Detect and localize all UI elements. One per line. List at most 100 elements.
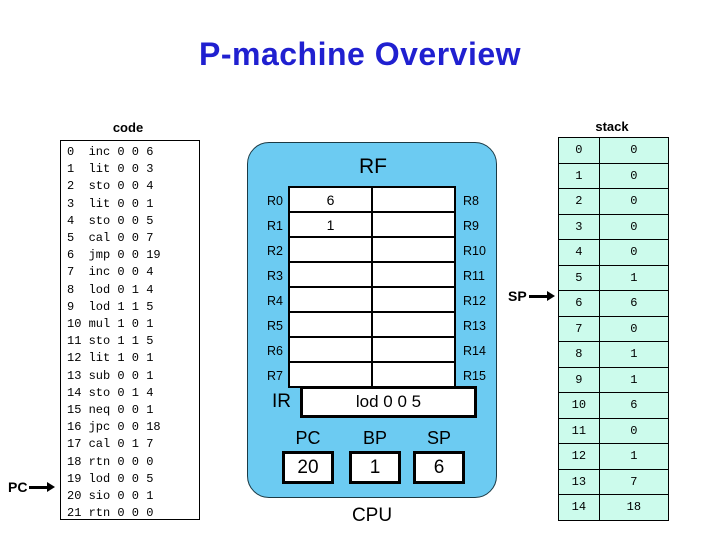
code-instruction-text: sto 1 1 5 [81,334,154,349]
stack-cell-index: 10 [558,392,600,419]
code-instruction-text: sto 0 0 5 [81,213,154,228]
code-instruction-index: 12 [67,351,82,366]
stack-cell-value: 0 [598,315,670,342]
bp-register-value: 1 [349,451,401,484]
register-file-grid: R0 6 R8 R1 1 R9 R2 R10 R3 R11 R4 R12 R5 R13 R6 R14 R7 R15 [267,186,486,388]
register-cell-right [371,261,456,288]
code-instruction-index: 8 [67,282,75,297]
stack-cell-index: 2 [558,188,600,215]
stack-row: 11 0 [558,417,670,444]
register-row: R4 R12 [267,286,486,313]
code-instruction-row: 14 sto 0 1 4 [61,385,199,402]
register-label-right: R8 [463,193,479,208]
code-instruction-index: 19 [67,471,82,486]
stack-row: 30 [558,213,670,240]
code-instruction-row: 21 rtn 0 0 0 [61,505,199,522]
code-listing: 0 inc 0 0 61 lit 0 0 32 sto 0 0 43 lit 0… [60,140,200,520]
code-instruction-row: 1 lit 0 0 3 [61,161,199,178]
register-cell-right [371,361,456,388]
stack-cell-value: 0 [598,137,670,164]
pc-pointer-label: PC [8,479,28,495]
register-label-right: R9 [463,218,479,233]
code-instruction-index: 10 [67,317,82,332]
code-instruction-index: 11 [67,334,82,349]
code-instruction-row: 10 mul 1 0 1 [61,316,199,333]
stack-cell-index: 6 [558,290,600,317]
stack-row: 40 [558,239,670,266]
register-label-right: R15 [463,368,486,383]
register-label-right: R12 [463,293,486,308]
ir-label: IR [272,391,291,412]
code-instruction-text: lod 1 1 5 [81,299,154,314]
cpu-block: RF R0 6 R8 R1 1 R9 R2 R10 R3 R11 R4 R12 R5 R13 R6 R14 R7… [247,142,497,498]
register-label-left: R0 [267,193,283,208]
code-instruction-row: 8 lod 0 1 4 [61,282,199,299]
stack-cell-index: 11 [558,417,600,444]
register-label-right: R14 [463,343,486,358]
stack-cell-index: 3 [558,213,600,240]
pc-register-label: PC [295,428,321,448]
code-instruction-row: 19 lod 0 0 5 [61,471,199,488]
register-row: R0 6 R8 [267,186,479,213]
stack-cell-value: 6 [598,392,670,419]
register-label-left: R6 [267,343,283,358]
stack-row: 91 [558,366,670,393]
code-instruction-row: 15 neq 0 0 1 [61,402,199,419]
cpu-caption: CPU [351,505,393,526]
sp-pointer-arrow: SP [508,288,555,304]
code-instruction-index: 18 [67,454,82,469]
register-cell-left: 1 [288,211,373,238]
register-label-left: R5 [267,318,283,333]
code-instruction-row: 11 sto 1 1 5 [61,333,199,350]
code-instruction-index: 15 [67,403,82,418]
code-instruction-index: 9 [67,299,75,314]
stack-cell-index: 9 [558,366,600,393]
stack-cell-value: 7 [598,468,670,495]
register-label-left: R4 [267,293,283,308]
stack-row: 14 18 [558,494,670,521]
code-instruction-text: lit 0 0 3 [81,162,154,177]
code-instruction-text: lit 0 0 1 [81,196,154,211]
stack-cell-value: 0 [598,417,670,444]
code-instruction-row: 2 sto 0 0 4 [61,178,199,195]
stack-cell-value: 0 [598,213,670,240]
stack-row: 13 7 [558,468,670,495]
code-instruction-row: 3 lit 0 0 1 [61,196,199,213]
stack-cell-index: 7 [558,315,600,342]
code-instruction-text: cal 0 0 7 [81,231,154,246]
code-instruction-row: 17 cal 0 1 7 [61,436,199,453]
code-instruction-index: 7 [67,265,75,280]
stack-section-caption: stack [595,119,629,134]
code-instruction-row: 16 jpc 0 0 18 [61,419,199,436]
stack-row: 66 [558,290,670,317]
register-label-left: R1 [267,218,283,233]
instruction-register: IR lod 0 0 5 [272,386,477,418]
code-instruction-text: jmp 0 0 19 [81,248,161,263]
stack-cell-index: 1 [558,162,600,189]
register-label-right: R11 [463,268,486,283]
page-title: P-machine Overview [198,36,522,72]
stack-cell-index: 5 [558,264,600,291]
register-row: R6 R14 [267,336,486,363]
register-cell-left [288,261,373,288]
stack-row: 10 6 [558,392,670,419]
code-instruction-text: sub 0 0 1 [81,368,154,383]
stack-row: 70 [558,315,670,342]
code-instruction-text: rtn 0 0 0 [81,506,154,521]
code-instruction-index: 1 [67,162,75,177]
code-instruction-row: 18 rtn 0 0 0 [61,454,199,471]
pc-pointer-arrow: PC [8,479,56,495]
stack-cell-index: 13 [558,468,600,495]
stack-table: 0 0 1 0 2 0 3 0 4 0 5 1 6 6 7 0 8 1 9 1 10 6 11 0 12 1 13 7 14 18 [558,137,670,521]
code-instruction-text: sto 0 0 4 [81,179,154,194]
code-instruction-index: 16 [67,420,82,435]
ir-value: lod 0 0 5 [300,386,477,418]
register-cell-left [288,236,373,263]
stack-cell-index: 4 [558,239,600,266]
code-instruction-index: 13 [67,368,82,383]
code-instruction-text: inc 0 0 6 [81,145,154,159]
code-instruction-row: 5 cal 0 0 7 [61,230,199,247]
code-instruction-index: 20 [67,489,82,504]
pc-register: PC 20 [275,428,341,484]
code-instruction-text: sio 0 0 1 [81,489,154,504]
